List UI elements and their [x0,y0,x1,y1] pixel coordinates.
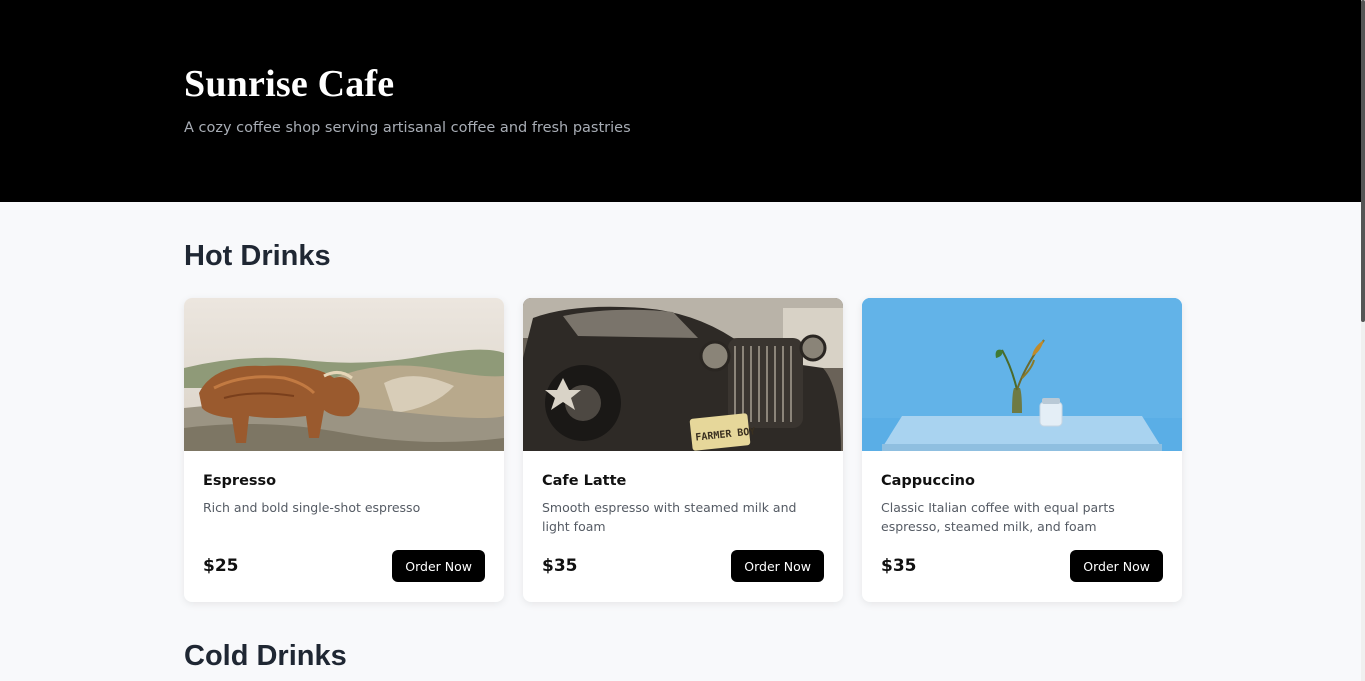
card-body: Espresso Rich and bold single-shot espre… [184,451,504,602]
product-card-cappuccino: Cappuccino Classic Italian coffee with e… [862,298,1182,602]
card-footer: $35 Order Now [881,550,1163,582]
product-name: Cappuccino [881,473,975,489]
product-name: Espresso [203,473,277,489]
product-name: Cafe Latte [542,473,627,489]
product-description: Rich and bold single-shot espresso [203,500,421,515]
product-price: $35 [542,556,578,576]
hero-banner: Sunrise Cafe A cozy coffee shop serving … [0,0,1365,202]
section-title-hot-drinks: Hot Drinks [184,240,331,272]
order-now-button[interactable]: Order Now [392,550,485,582]
hero-content: Sunrise Cafe A cozy coffee shop serving … [184,62,631,136]
order-now-button[interactable]: Order Now [1070,550,1163,582]
highland-cow-photo [184,298,504,451]
scrollbar-thumb[interactable] [1361,0,1365,322]
plant-on-table-photo [862,298,1182,451]
section-title-cold-drinks: Cold Drinks [184,640,347,672]
card-footer: $35 Order Now [542,550,824,582]
product-price: $35 [881,556,917,576]
site-title: Sunrise Cafe [184,63,395,105]
card-body: Cafe Latte Smooth espresso with steamed … [523,451,843,602]
hot-drinks-grid: Espresso Rich and bold single-shot espre… [184,298,1182,602]
product-description: Smooth espresso with steamed milk and li… [542,500,797,534]
vintage-car-photo: FARMER BOY [523,298,843,451]
product-price: $25 [203,556,239,576]
page-scrollbar[interactable] [1361,0,1365,681]
product-card-cafe-latte: FARMER BOY Cafe Latte Smooth espresso wi… [523,298,843,602]
order-now-button[interactable]: Order Now [731,550,824,582]
site-subtitle: A cozy coffee shop serving artisanal cof… [184,120,631,136]
card-body: Cappuccino Classic Italian coffee with e… [862,451,1182,602]
product-card-espresso: Espresso Rich and bold single-shot espre… [184,298,504,602]
product-description: Classic Italian coffee with equal parts … [881,500,1115,534]
card-footer: $25 Order Now [203,550,485,582]
